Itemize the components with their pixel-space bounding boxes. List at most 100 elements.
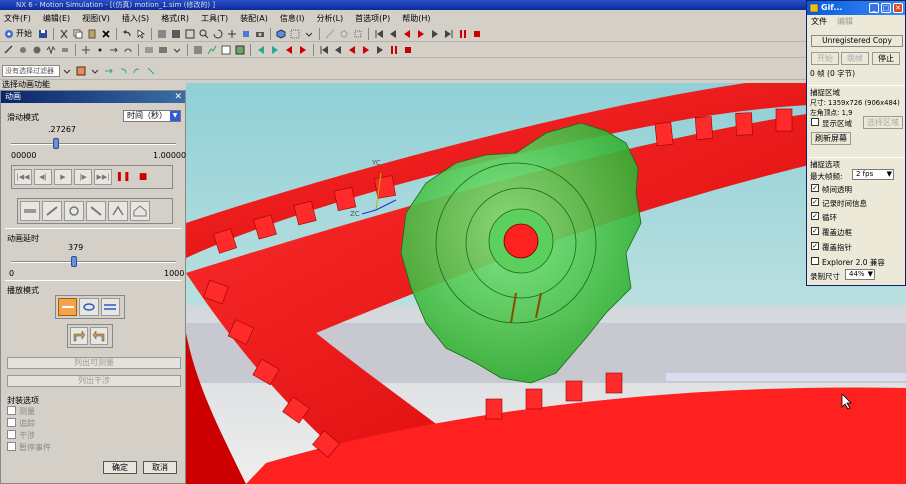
force-icon[interactable]	[109, 45, 119, 55]
last-frame-icon[interactable]	[444, 29, 454, 39]
joint-icon[interactable]	[18, 45, 28, 55]
last-frame-button[interactable]: ▶▶|	[94, 169, 112, 185]
pause-button[interactable]: ❚❚	[114, 169, 132, 185]
step-button-6[interactable]	[130, 201, 150, 221]
time-slider-thumb[interactable]	[52, 138, 59, 149]
gif-stop-button[interactable]: 停止	[872, 52, 900, 65]
redo-icon[interactable]	[132, 66, 142, 76]
measure-checkbox[interactable]	[7, 406, 16, 415]
first-frame-icon[interactable]	[374, 29, 384, 39]
close-icon[interactable]: ✕	[174, 91, 182, 103]
menu-format[interactable]: 格式(R)	[161, 13, 189, 24]
snap-icon[interactable]	[353, 29, 363, 39]
menu-edit[interactable]: 编辑(E)	[43, 13, 70, 24]
spreadsheet-icon[interactable]	[235, 45, 245, 55]
record-size-select[interactable]: 44% ▼	[845, 269, 875, 280]
interference-checkbox[interactable]	[7, 430, 16, 439]
pause-icon[interactable]	[458, 29, 468, 39]
selection-filter-select[interactable]: 没有选择过滤器	[2, 64, 60, 77]
graphics-viewport[interactable]: YC ZC	[186, 83, 906, 484]
animation-icon[interactable]	[193, 45, 203, 55]
wireframe-icon[interactable]	[185, 29, 195, 39]
slide-mode-select[interactable]: 时间（秒） ▼	[123, 110, 181, 122]
chevron-down-icon[interactable]	[90, 66, 100, 76]
paste-icon[interactable]	[87, 29, 97, 39]
step-button-4[interactable]	[86, 201, 106, 221]
marker-icon[interactable]	[81, 45, 91, 55]
zoom-icon[interactable]	[199, 29, 209, 39]
prev-frame-icon[interactable]	[333, 45, 343, 55]
fit-icon[interactable]	[241, 29, 251, 39]
chevron-down-icon[interactable]	[304, 29, 314, 39]
play-back-icon[interactable]	[347, 45, 357, 55]
contact-icon[interactable]	[144, 45, 154, 55]
close-icon[interactable]: ✕	[893, 3, 903, 13]
point-icon[interactable]	[95, 45, 105, 55]
damper-icon[interactable]	[60, 45, 70, 55]
spring-icon[interactable]	[46, 45, 56, 55]
chevron-down-icon[interactable]: ▼	[868, 270, 873, 279]
camera-icon[interactable]	[255, 29, 265, 39]
undo-icon[interactable]	[118, 66, 128, 76]
undo-icon[interactable]	[122, 29, 132, 39]
cancel-button[interactable]: 取消	[143, 461, 177, 474]
stop-icon[interactable]	[403, 45, 413, 55]
chevron-down-icon[interactable]: ▼	[887, 170, 892, 179]
menu-view[interactable]: 视图(V)	[82, 13, 110, 24]
delay-slider-track[interactable]	[11, 261, 176, 263]
menu-file[interactable]: 文件(F)	[4, 13, 31, 24]
menu-help[interactable]: 帮助(H)	[402, 13, 430, 24]
play-icon[interactable]	[361, 45, 371, 55]
view-icon[interactable]	[157, 29, 167, 39]
gif-menu-file[interactable]: 文件	[811, 16, 827, 27]
play-once-button[interactable]	[58, 298, 78, 316]
shaded-icon[interactable]	[171, 29, 181, 39]
menu-tools[interactable]: 工具(T)	[201, 13, 228, 24]
ok-button[interactable]: 确定	[103, 461, 137, 474]
play-back-icon[interactable]	[402, 29, 412, 39]
gif-skip-button[interactable]: 跳帧	[841, 52, 869, 65]
copy-icon[interactable]	[73, 29, 83, 39]
opt-border-checkbox[interactable]: ✓	[811, 227, 819, 235]
save-icon[interactable]	[38, 29, 48, 39]
show-area-checkbox[interactable]	[811, 118, 819, 126]
first-frame-button[interactable]: |◀◀	[14, 169, 32, 185]
link-icon[interactable]	[4, 44, 14, 55]
prev-frame-icon[interactable]	[388, 29, 398, 39]
opt-timeinfo-checkbox[interactable]: ✓	[811, 198, 819, 206]
step-button-5[interactable]	[108, 201, 128, 221]
transform-icon[interactable]	[146, 66, 156, 76]
first-frame-icon[interactable]	[319, 45, 329, 55]
step-button-3[interactable]	[64, 201, 84, 221]
loop-button[interactable]	[79, 298, 99, 316]
next-frame-icon[interactable]	[430, 29, 440, 39]
menu-preferences[interactable]: 首选项(P)	[355, 13, 390, 24]
snap-icon[interactable]	[339, 29, 349, 39]
pause-event-checkbox[interactable]	[7, 442, 16, 451]
list-interference-button[interactable]: 列出干涉	[7, 375, 181, 387]
list-measurables-button[interactable]: 列出可测量	[7, 357, 181, 369]
pause-icon[interactable]	[389, 45, 399, 55]
direction-reverse-button[interactable]	[90, 327, 108, 345]
menu-analysis[interactable]: 分析(L)	[316, 13, 343, 24]
play-icon[interactable]	[416, 29, 426, 39]
direction-forward-button[interactable]	[70, 327, 88, 345]
arrow-right-icon[interactable]	[104, 66, 114, 76]
menu-insert[interactable]: 插入(S)	[122, 13, 149, 24]
next-frame-button[interactable]: |▶	[74, 169, 92, 185]
snap-point-icon[interactable]	[76, 66, 86, 76]
chevron-down-icon[interactable]	[62, 66, 72, 76]
play-button[interactable]: ▶	[54, 169, 72, 185]
pan-icon[interactable]	[227, 29, 237, 39]
gif-recorder-titlebar[interactable]: Gif... _ □ ✕	[807, 1, 905, 15]
prev-frame-button[interactable]: ◀|	[34, 169, 52, 185]
opt-cursor-checkbox[interactable]: ✓	[811, 242, 819, 250]
menu-assembly[interactable]: 装配(A)	[240, 13, 268, 24]
solver-icon[interactable]	[158, 45, 168, 55]
minimize-icon[interactable]: _	[869, 3, 879, 13]
stop-icon[interactable]	[472, 29, 482, 39]
max-fps-select[interactable]: 2 fps ▼	[852, 169, 894, 180]
step-button-2[interactable]	[42, 201, 62, 221]
arrow-left-icon[interactable]	[256, 45, 266, 55]
graph-icon[interactable]	[207, 45, 217, 55]
